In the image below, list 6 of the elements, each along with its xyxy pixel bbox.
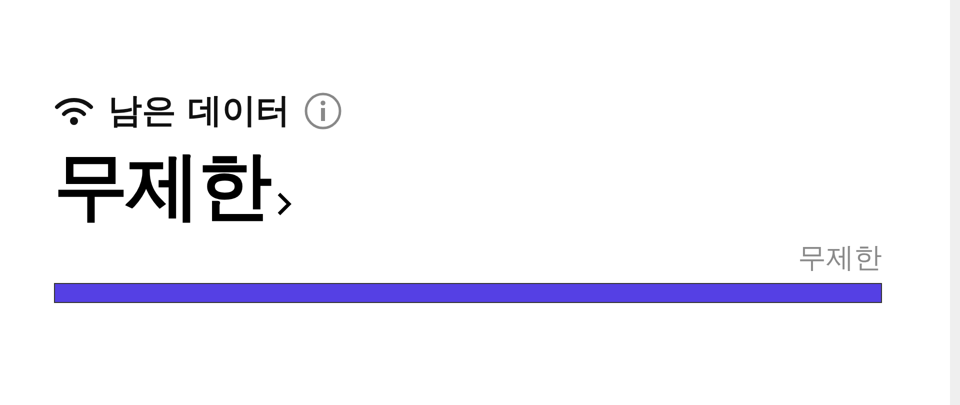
info-icon[interactable] <box>304 92 342 130</box>
data-amount: 무제한 <box>54 146 270 228</box>
wifi-icon <box>54 96 94 126</box>
section-title: 남은 데이터 <box>108 94 290 128</box>
meter-label: 무제한 <box>798 241 882 275</box>
chevron-icon[interactable] <box>276 191 292 218</box>
